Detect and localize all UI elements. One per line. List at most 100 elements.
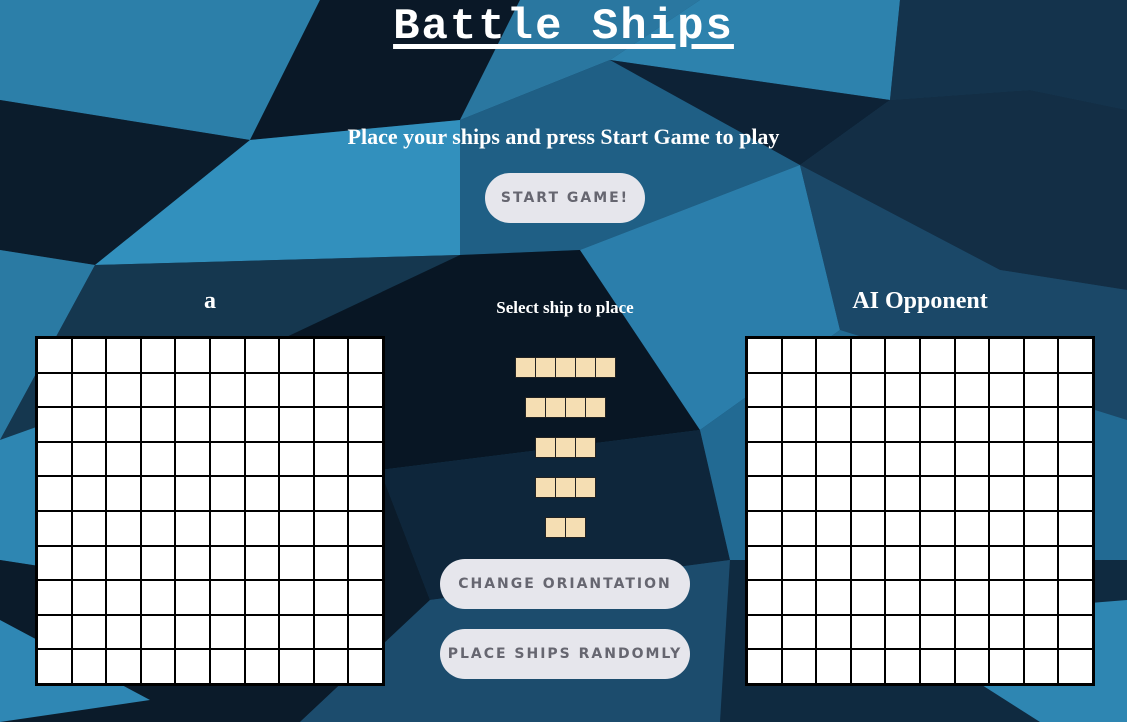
player-board-cell[interactable] [107,546,140,580]
player-board-cell[interactable] [38,442,71,476]
player-board-cell[interactable] [141,477,175,510]
player-board-cell[interactable] [176,615,209,649]
ai-board-cell[interactable] [990,615,1023,649]
player-board-cell[interactable] [314,546,348,580]
player-board-cell[interactable] [210,650,244,683]
ai-board-cell[interactable] [1059,581,1092,614]
ai-board-cell[interactable] [748,442,781,476]
ai-board-cell[interactable] [851,546,885,580]
ai-board-cell[interactable] [1059,408,1092,441]
player-board-cell[interactable] [72,408,106,441]
ai-board-cell[interactable] [1024,650,1058,683]
change-orientation-button[interactable]: Change Oriantation [440,559,690,609]
player-board-cell[interactable] [210,546,244,580]
player-board-cell[interactable] [349,408,382,441]
player-board-cell[interactable] [245,615,279,649]
ai-board-cell[interactable] [955,546,989,580]
player-board-cell[interactable] [245,339,279,372]
player-board[interactable] [35,336,385,686]
player-board-cell[interactable] [314,477,348,510]
player-board-cell[interactable] [38,546,71,580]
ai-board-cell[interactable] [782,339,816,372]
ai-board-cell[interactable] [955,442,989,476]
player-board-cell[interactable] [141,408,175,441]
player-board-cell[interactable] [107,581,140,614]
player-board-cell[interactable] [176,650,209,683]
ai-board-cell[interactable] [1059,442,1092,476]
player-board-cell[interactable] [107,477,140,510]
place-ships-randomly-button[interactable]: Place Ships Randomly [440,629,690,679]
ai-board-cell[interactable] [782,477,816,510]
player-board-cell[interactable] [72,581,106,614]
player-board-cell[interactable] [245,546,279,580]
player-board-cell[interactable] [314,339,348,372]
player-board-cell[interactable] [176,442,209,476]
player-board-cell[interactable] [280,581,313,614]
ai-board-cell[interactable] [748,408,781,441]
ai-board-cell[interactable] [886,615,919,649]
ai-board-cell[interactable] [851,511,885,545]
player-board-cell[interactable] [280,477,313,510]
player-board-cell[interactable] [72,546,106,580]
player-board-cell[interactable] [349,546,382,580]
player-board-cell[interactable] [349,581,382,614]
ai-board-cell[interactable] [990,408,1023,441]
ai-board-cell[interactable] [851,373,885,407]
player-board-cell[interactable] [349,477,382,510]
player-board-cell[interactable] [38,650,71,683]
player-board-cell[interactable] [72,615,106,649]
player-board-cell[interactable] [141,442,175,476]
player-board-cell[interactable] [349,511,382,545]
player-board-cell[interactable] [280,442,313,476]
ai-board-cell[interactable] [782,373,816,407]
ai-board-cell[interactable] [920,408,954,441]
ai-board-cell[interactable] [886,546,919,580]
ai-board-cell[interactable] [886,373,919,407]
ai-board-cell[interactable] [920,442,954,476]
ai-board-cell[interactable] [955,650,989,683]
player-board-cell[interactable] [314,442,348,476]
player-board-cell[interactable] [245,408,279,441]
ai-board-cell[interactable] [1024,615,1058,649]
player-board-cell[interactable] [176,581,209,614]
ai-board-cell[interactable] [920,546,954,580]
player-board-cell[interactable] [314,373,348,407]
ai-board-cell[interactable] [748,581,781,614]
player-board-cell[interactable] [349,373,382,407]
player-board-cell[interactable] [38,477,71,510]
player-board-cell[interactable] [107,442,140,476]
ai-board-cell[interactable] [990,546,1023,580]
player-board-cell[interactable] [141,373,175,407]
ai-board-cell[interactable] [851,650,885,683]
player-board-cell[interactable] [72,511,106,545]
player-board-cell[interactable] [72,373,106,407]
player-board-cell[interactable] [245,650,279,683]
ai-board-cell[interactable] [990,339,1023,372]
player-board-cell[interactable] [210,373,244,407]
player-board-cell[interactable] [72,477,106,510]
player-board-cell[interactable] [280,615,313,649]
ai-board-cell[interactable] [955,373,989,407]
ai-board-cell[interactable] [1059,477,1092,510]
ai-board-cell[interactable] [920,339,954,372]
player-board-cell[interactable] [72,442,106,476]
player-board-cell[interactable] [176,477,209,510]
player-board-cell[interactable] [314,581,348,614]
ai-board-cell[interactable] [990,511,1023,545]
ai-board-cell[interactable] [1024,511,1058,545]
player-board-cell[interactable] [107,615,140,649]
ai-board-cell[interactable] [886,650,919,683]
ai-board-cell[interactable] [851,408,885,441]
ai-board-cell[interactable] [851,615,885,649]
player-board-cell[interactable] [349,615,382,649]
ai-board-cell[interactable] [817,650,850,683]
ai-board-cell[interactable] [817,615,850,649]
ship-option-ship-3b[interactable] [534,477,596,498]
ai-board-cell[interactable] [748,373,781,407]
ai-board-cell[interactable] [920,615,954,649]
ai-board-cell[interactable] [782,546,816,580]
ai-board-cell[interactable] [851,339,885,372]
ai-board-cell[interactable] [817,408,850,441]
ai-board-cell[interactable] [990,650,1023,683]
player-board-cell[interactable] [210,511,244,545]
